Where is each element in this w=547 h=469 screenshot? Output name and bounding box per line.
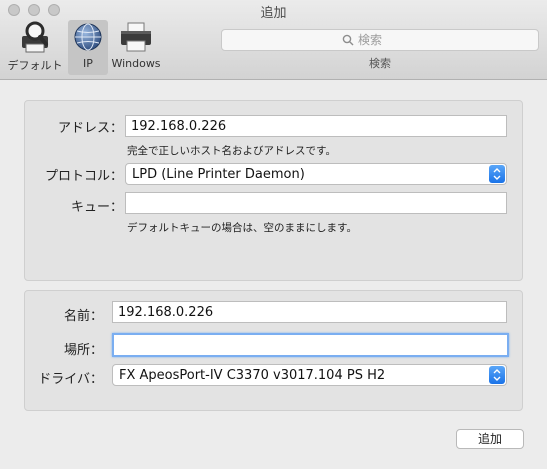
driver-popup[interactable]: FX ApeosPort-IV C3370 v3017.104 PS H2 [112,364,507,386]
popup-arrows-icon [489,366,505,384]
search-area: 検索 [221,29,539,71]
toolbar-default-button[interactable]: デフォルト [4,20,66,75]
popup-arrows-icon [489,165,505,183]
search-caption: 検索 [369,57,391,70]
queue-field[interactable] [125,192,507,214]
toolbar-windows-label: Windows [111,57,161,70]
search-input[interactable] [358,33,418,47]
window-title: 追加 [260,6,287,21]
queue-label: キュー： [70,200,123,215]
toolbar-default-label: デフォルト [7,59,63,72]
search-icon [342,34,354,46]
protocol-value: LPD (Line Printer Daemon) [132,167,305,182]
printer-icon [118,20,154,54]
toolbar-ip-label: IP [83,57,93,70]
location-label: 場所： [63,343,103,358]
magnifier-printer-icon [17,20,53,54]
name-label: 名前： [63,309,103,324]
queue-hint: デフォルトキューの場合は、空のままにします。 [127,222,357,234]
address-field[interactable] [125,115,507,137]
name-field[interactable] [112,301,507,323]
protocol-label: プロトコル： [44,169,123,184]
driver-label: ドライバ： [38,372,103,387]
search-field[interactable] [221,29,539,51]
toolbar-ip-button[interactable]: IP [68,20,108,75]
driver-value: FX ApeosPort-IV C3370 v3017.104 PS H2 [119,368,386,383]
protocol-popup[interactable]: LPD (Line Printer Daemon) [125,163,507,185]
toolbar-windows-button[interactable]: Windows [110,20,162,75]
add-button[interactable]: 追加 [456,429,524,449]
globe-icon [70,20,106,54]
address-hint: 完全で正しいホスト名およびアドレスです。 [127,145,336,157]
address-label: アドレス： [57,121,123,136]
location-field[interactable] [112,333,509,357]
window-titlebar: 追加 デフォルト IP Windows 検索 検索 [0,0,547,80]
